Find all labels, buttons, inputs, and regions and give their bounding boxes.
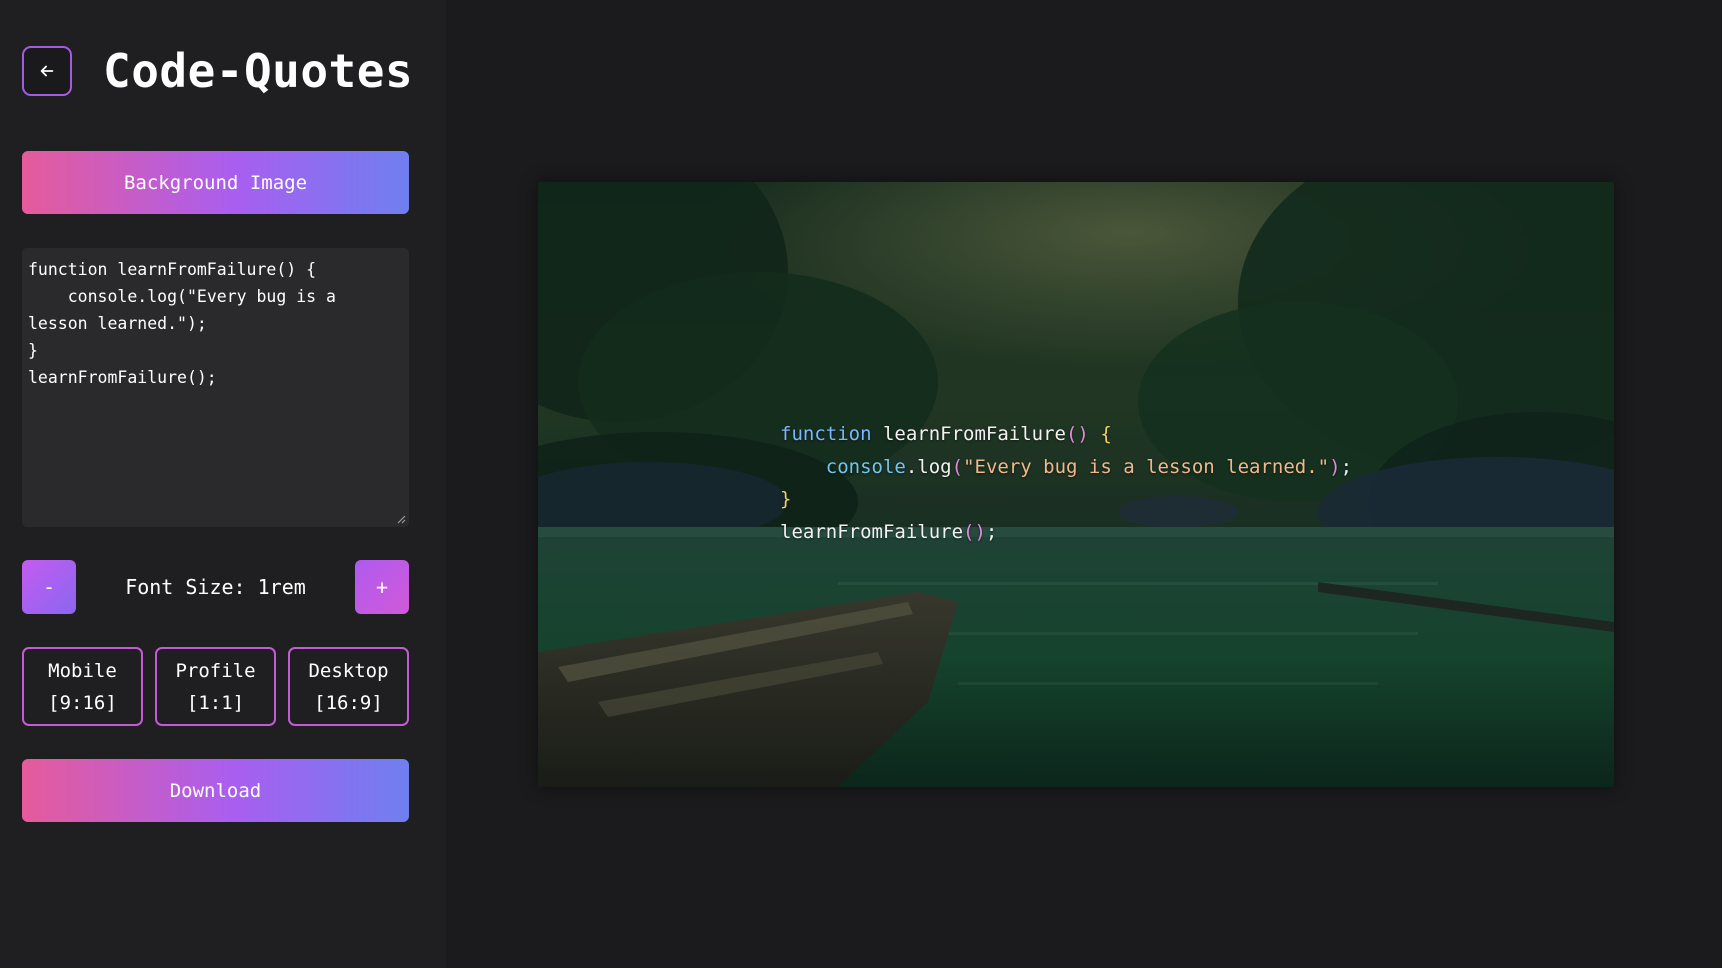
code-preview: function learnFromFailure() { console.lo… bbox=[780, 418, 1352, 548]
ratio-profile-button[interactable]: Profile [1:1] bbox=[155, 647, 276, 726]
font-size-decrease-button[interactable]: - bbox=[22, 560, 76, 614]
code-token: } bbox=[780, 488, 792, 510]
preview-card: function learnFromFailure() { console.lo… bbox=[538, 182, 1614, 787]
ratio-profile-value: [1:1] bbox=[186, 691, 245, 714]
background-image-button[interactable]: Background Image bbox=[22, 151, 409, 214]
code-token: { bbox=[1088, 423, 1112, 445]
ratio-mobile-button[interactable]: Mobile [9:16] bbox=[22, 647, 143, 726]
ratio-mobile-name: Mobile bbox=[48, 659, 117, 682]
code-token: ( bbox=[951, 455, 964, 478]
app-root: Code-Quotes Background Image function le… bbox=[0, 0, 1722, 968]
back-button[interactable] bbox=[22, 46, 72, 96]
code-token: ; bbox=[985, 520, 998, 543]
code-token: ; bbox=[1340, 455, 1353, 478]
code-token: () bbox=[1065, 423, 1089, 445]
preview-area: function learnFromFailure() { console.lo… bbox=[446, 0, 1722, 968]
code-line: } bbox=[780, 483, 1352, 516]
resize-grip-icon[interactable] bbox=[396, 514, 406, 524]
font-size-label: Font Size: 1rem bbox=[125, 575, 306, 599]
code-token: () bbox=[963, 520, 986, 543]
ratio-desktop-button[interactable]: Desktop [16:9] bbox=[288, 647, 409, 726]
code-editor[interactable]: function learnFromFailure() { console.lo… bbox=[22, 248, 409, 527]
code-token: function bbox=[780, 423, 872, 445]
ratio-mobile-value: [9:16] bbox=[48, 691, 117, 714]
font-size-increase-button[interactable]: + bbox=[355, 560, 409, 614]
download-button[interactable]: Download bbox=[22, 759, 409, 822]
header: Code-Quotes bbox=[22, 44, 413, 98]
code-token: ) bbox=[1329, 455, 1341, 478]
code-line: learnFromFailure(); bbox=[780, 516, 1352, 549]
code-line: console.log("Every bug is a lesson learn… bbox=[780, 451, 1352, 484]
page-title: Code-Quotes bbox=[103, 44, 414, 98]
ratio-profile-name: Profile bbox=[175, 659, 256, 682]
arrow-left-icon bbox=[40, 65, 54, 77]
code-token: console bbox=[825, 455, 906, 478]
code-token: learnFromFailure bbox=[780, 520, 964, 543]
ratio-desktop-value: [16:9] bbox=[314, 691, 383, 714]
code-token: learnFromFailure bbox=[871, 423, 1066, 445]
ratio-desktop-name: Desktop bbox=[308, 659, 389, 682]
font-size-control: - Font Size: 1rem + bbox=[22, 560, 409, 614]
aspect-ratio-options: Mobile [9:16] Profile [1:1] Desktop [16:… bbox=[22, 647, 409, 726]
code-line: function learnFromFailure() { bbox=[780, 418, 1352, 451]
code-token: .log bbox=[905, 455, 952, 478]
sidebar: Code-Quotes Background Image function le… bbox=[0, 0, 446, 968]
code-token: "Every bug is a lesson learned." bbox=[963, 455, 1330, 478]
